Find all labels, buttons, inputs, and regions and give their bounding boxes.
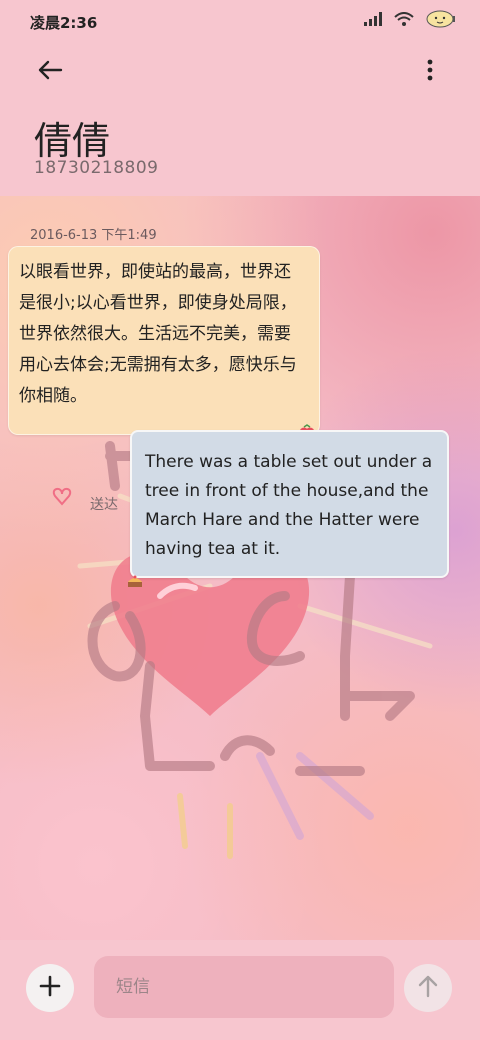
battery-icon [426, 10, 456, 28]
message-timestamp: 2016-6-13 下午1:49 [30, 228, 157, 243]
message-input[interactable] [94, 956, 394, 1018]
outgoing-message-bubble[interactable]: There was a table set out under a tree i… [128, 430, 449, 587]
incoming-message-text: 以眼看世界，即使站的最高，世界还是很小;以心看世界，即使身处局限，世界依然很大。… [19, 262, 297, 406]
outgoing-message-text: There was a table set out under a tree i… [145, 452, 433, 559]
back-button[interactable] [30, 52, 70, 92]
status-time: 凌晨2:36 [30, 14, 98, 32]
wifi-icon [394, 12, 414, 26]
more-vertical-icon [427, 59, 433, 85]
more-options-button[interactable] [410, 52, 450, 92]
incoming-message-bubble[interactable]: 以眼看世界，即使站的最高，世界还是很小;以心看世界，即使身处局限，世界依然很大。… [8, 246, 320, 437]
conversation-area[interactable]: 2016-6-13 下午1:49 以眼看世界，即使站的最高，世界还是很小;以心看… [0, 196, 480, 940]
delivery-status: 送达 [90, 497, 118, 513]
status-icons [364, 10, 456, 28]
arrow-left-icon [37, 59, 63, 85]
status-bar: 凌晨2:36 [0, 0, 480, 44]
plus-icon [39, 975, 61, 1001]
signal-icon [364, 12, 382, 26]
contact-name: 倩倩 [34, 119, 111, 163]
arrow-up-icon [418, 974, 438, 1002]
composer-bar [0, 940, 480, 1040]
add-attachment-button[interactable] [26, 964, 74, 1012]
contact-number: 18730218809 [34, 158, 159, 178]
app-bar [0, 44, 480, 96]
send-button[interactable] [404, 964, 452, 1012]
cake-sticker-icon [126, 570, 144, 587]
